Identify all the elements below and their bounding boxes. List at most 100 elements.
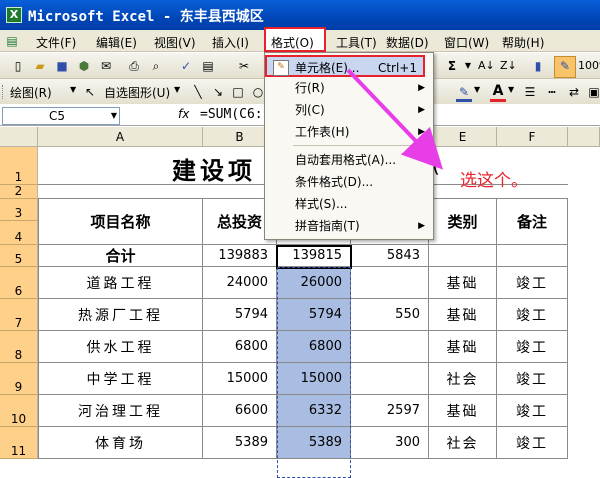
table-cell[interactable]: 河治理工程	[38, 395, 203, 427]
new-icon[interactable]: ▯	[10, 58, 26, 74]
format-menu-item-2[interactable]: 列(C) ▶	[267, 99, 431, 121]
name-box[interactable]: C5 ▼	[2, 107, 120, 125]
line-style-icon[interactable]: ☰	[522, 84, 538, 100]
format-menu-item-6[interactable]: 样式(S)...	[267, 193, 431, 215]
table-cell[interactable]: 5794	[203, 299, 277, 331]
format-menu-item-7[interactable]: 拼音指南(T) ▶	[267, 215, 431, 237]
menu-format[interactable]: 格式(O)	[264, 27, 326, 52]
draw-menu-button[interactable]: 绘图(R)	[10, 84, 52, 101]
table-cell[interactable]	[429, 245, 497, 267]
menu-insert[interactable]: 插入(I)	[212, 34, 249, 51]
menu-tools[interactable]: 工具(T)	[336, 34, 377, 51]
table-cell[interactable]: 6600	[203, 395, 277, 427]
sort-ascending-icon[interactable]: A↓	[478, 58, 495, 74]
table-cell[interactable]: 竣工	[497, 427, 568, 459]
table-cell[interactable]: 6800	[203, 331, 277, 363]
format-menu-item-1[interactable]: 行(R) ▶	[267, 77, 431, 99]
table-cell[interactable]: 道路工程	[38, 267, 203, 299]
table-cell[interactable]: 社会	[429, 427, 497, 459]
table-cell[interactable]: 139883	[203, 245, 277, 267]
select-objects-icon[interactable]: ↖	[82, 84, 98, 100]
autoshapes-menu-button[interactable]: 自选图形(U)	[104, 84, 170, 101]
line-color-icon[interactable]: ✎	[456, 84, 472, 100]
shadow-style-icon[interactable]: ▣	[586, 84, 600, 100]
toolbar-grip[interactable]	[2, 85, 6, 99]
menu-file[interactable]: 文件(F)	[36, 34, 76, 51]
format-menu-item-3[interactable]: 工作表(H) ▶	[267, 121, 431, 143]
table-cell[interactable]: 550	[351, 299, 429, 331]
arrow-icon[interactable]: ↘	[210, 84, 226, 100]
table-cell[interactable]: 基础	[429, 331, 497, 363]
autosum-icon[interactable]: Σ	[444, 58, 460, 74]
line-icon[interactable]: ╲	[190, 84, 206, 100]
row-header-11[interactable]: 11	[0, 427, 38, 459]
row-header-7[interactable]: 7	[0, 299, 38, 331]
table-cell[interactable]: 5389	[277, 427, 351, 459]
table-cell[interactable]: 5389	[203, 427, 277, 459]
chart-wizard-icon[interactable]: ▮	[530, 58, 546, 74]
row-header-9[interactable]: 9	[0, 363, 38, 395]
table-cell[interactable]: 竣工	[497, 267, 568, 299]
table-cell[interactable]: 竣工	[497, 363, 568, 395]
table-cell[interactable]: 合计	[38, 245, 203, 267]
save-icon[interactable]: ■	[54, 58, 70, 74]
column-header-f[interactable]: F	[497, 127, 568, 147]
menu-view[interactable]: 视图(V)	[154, 34, 196, 51]
table-cell[interactable]: 6800	[277, 331, 351, 363]
font-color-icon[interactable]: A	[490, 83, 506, 99]
table-cell[interactable]: 体育场	[38, 427, 203, 459]
table-cell[interactable]: 300	[351, 427, 429, 459]
email-icon[interactable]: ✉	[98, 58, 114, 74]
row-header-10[interactable]: 10	[0, 395, 38, 427]
line-color-dropdown-icon[interactable]: ▼	[474, 85, 480, 94]
row-header-5[interactable]: 5	[0, 245, 38, 267]
table-cell[interactable]: 基础	[429, 299, 497, 331]
dash-style-icon[interactable]: ┅	[544, 84, 560, 100]
font-color-dropdown-icon[interactable]: ▼	[508, 85, 514, 94]
table-cell[interactable]: 竣工	[497, 331, 568, 363]
sort-descending-icon[interactable]: Z↓	[500, 58, 517, 74]
table-cell[interactable]: 6332	[277, 395, 351, 427]
header-cell-f[interactable]: 备注	[497, 199, 568, 245]
table-cell[interactable]	[497, 245, 568, 267]
table-cell[interactable]: 15000	[203, 363, 277, 395]
row-header-2[interactable]: 2	[0, 184, 38, 199]
table-cell[interactable]: 中学工程	[38, 363, 203, 395]
table-cell[interactable]: 26000	[277, 267, 351, 299]
table-cell[interactable]: 5843	[351, 245, 429, 267]
print-preview-icon[interactable]: ⌕	[148, 58, 164, 74]
format-menu-item-0[interactable]: 单元格(E)... Ctrl+1 ✎	[265, 55, 425, 77]
row-header-4[interactable]: 4	[0, 221, 38, 245]
row-header-6[interactable]: 6	[0, 267, 38, 299]
spelling-icon[interactable]: ✓	[178, 58, 194, 74]
menu-edit[interactable]: 编辑(E)	[96, 34, 137, 51]
table-cell[interactable]: 竣工	[497, 299, 568, 331]
format-menu-item-5[interactable]: 条件格式(D)...	[267, 171, 431, 193]
print-icon[interactable]: ⎙	[126, 58, 142, 74]
format-menu-item-4[interactable]: 自动套用格式(A)...	[267, 149, 431, 171]
table-cell[interactable]: 基础	[429, 395, 497, 427]
active-cell-c5[interactable]	[276, 245, 352, 269]
header-cell-a[interactable]: 项目名称	[38, 199, 203, 245]
column-header-a[interactable]: A	[38, 127, 203, 147]
table-cell[interactable]: 社会	[429, 363, 497, 395]
table-cell[interactable]: 热源厂工程	[38, 299, 203, 331]
draw-dropdown-icon[interactable]: ▼	[70, 85, 76, 94]
cut-icon[interactable]: ✂	[236, 58, 252, 74]
research-icon[interactable]: ▤	[200, 58, 216, 74]
select-all-corner[interactable]	[0, 127, 38, 147]
formula-input[interactable]: =SUM(C6:	[200, 107, 263, 122]
row-header-8[interactable]: 8	[0, 331, 38, 363]
autoshapes-dropdown-icon[interactable]: ▼	[174, 85, 180, 94]
menu-window[interactable]: 窗口(W)	[444, 34, 489, 51]
open-icon[interactable]: ▰	[32, 58, 48, 74]
menu-data[interactable]: 数据(D)	[386, 34, 429, 51]
zoom-box[interactable]: 100%	[578, 59, 600, 72]
rectangle-icon[interactable]: □	[230, 84, 246, 100]
table-cell[interactable]	[351, 331, 429, 363]
table-cell[interactable]: 竣工	[497, 395, 568, 427]
name-box-dropdown-icon[interactable]: ▼	[111, 108, 117, 124]
header-cell-e[interactable]: 类别	[429, 199, 497, 245]
drawing-toggle-icon[interactable]: ✎	[554, 56, 576, 78]
table-cell[interactable]: 24000	[203, 267, 277, 299]
